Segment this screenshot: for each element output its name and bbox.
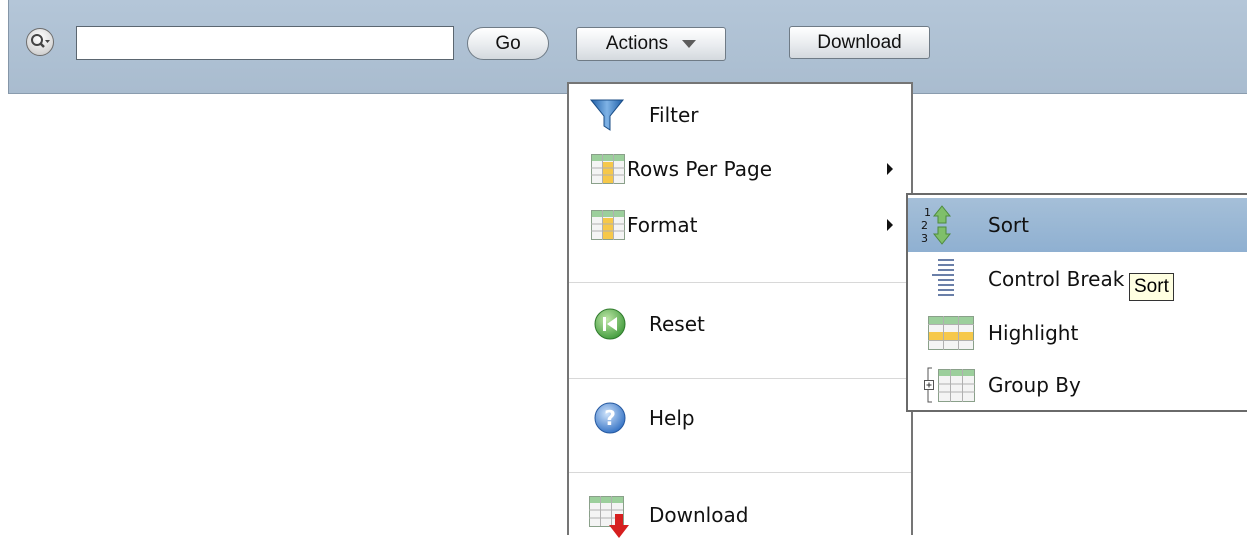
svg-text:3: 3 [921, 232, 928, 245]
submenu-item-label: Sort [988, 213, 1029, 237]
menu-separator [569, 378, 911, 379]
submenu-item-label: Group By [988, 373, 1081, 397]
svg-text:2: 2 [921, 219, 928, 232]
download-button-label: Download [817, 31, 902, 53]
chevron-right-icon [887, 163, 893, 175]
chevron-right-icon [887, 219, 893, 231]
search-input[interactable] [76, 26, 454, 60]
search-menu-button[interactable] [26, 28, 54, 56]
tooltip-text: Sort [1134, 276, 1169, 297]
go-button-label: Go [495, 32, 521, 54]
search-icon [31, 34, 50, 48]
menu-item-filter[interactable]: Filter [569, 88, 911, 142]
download-button[interactable]: Download [789, 26, 930, 59]
svg-text:1: 1 [924, 206, 931, 219]
menu-item-download[interactable]: Download [569, 488, 911, 542]
menu-item-label: Format [627, 213, 698, 237]
submenu-item-label: Highlight [988, 321, 1079, 345]
submenu-item-highlight[interactable]: Highlight [908, 306, 1247, 360]
menu-item-rows-per-page[interactable]: Rows Per Page [569, 142, 911, 196]
control-break-icon [932, 259, 954, 296]
funnel-icon [589, 99, 625, 131]
menu-separator [569, 472, 911, 473]
menu-item-help[interactable]: ? Help [569, 391, 911, 445]
actions-button[interactable]: Actions [576, 27, 726, 61]
table-grid-icon [591, 154, 625, 184]
group-by-icon [924, 367, 975, 403]
go-button[interactable]: Go [467, 27, 549, 60]
menu-item-label: Help [649, 406, 695, 430]
menu-item-label: Filter [649, 103, 699, 127]
table-download-icon [589, 496, 629, 538]
actions-menu: Filter Rows Per Page Format Reset ? Help… [567, 82, 913, 538]
table-grid-icon [591, 210, 625, 240]
submenu-item-group-by[interactable]: Group By [908, 358, 1247, 412]
sort-tooltip: Sort [1129, 273, 1174, 301]
menu-item-label: Reset [649, 312, 705, 336]
menu-item-label: Rows Per Page [627, 157, 773, 181]
chevron-down-icon [682, 40, 697, 48]
svg-text:?: ? [604, 406, 616, 430]
menu-item-label: Download [649, 503, 749, 527]
menu-item-reset[interactable]: Reset [569, 297, 911, 351]
submenu-item-sort[interactable]: 1 2 3 Sort [908, 198, 1247, 252]
submenu-item-control-break[interactable]: Control Break [908, 252, 1247, 306]
highlight-table-icon [928, 316, 974, 350]
menu-item-format[interactable]: Format [569, 198, 911, 252]
actions-button-label: Actions [605, 33, 669, 54]
menu-separator [569, 282, 911, 283]
submenu-item-label: Control Break [988, 267, 1125, 291]
format-submenu: 1 2 3 Sort Control Break Highlight Group… [906, 193, 1247, 412]
help-icon: ? [594, 402, 626, 434]
sort-icon: 1 2 3 [921, 205, 952, 245]
reset-icon [594, 308, 626, 340]
